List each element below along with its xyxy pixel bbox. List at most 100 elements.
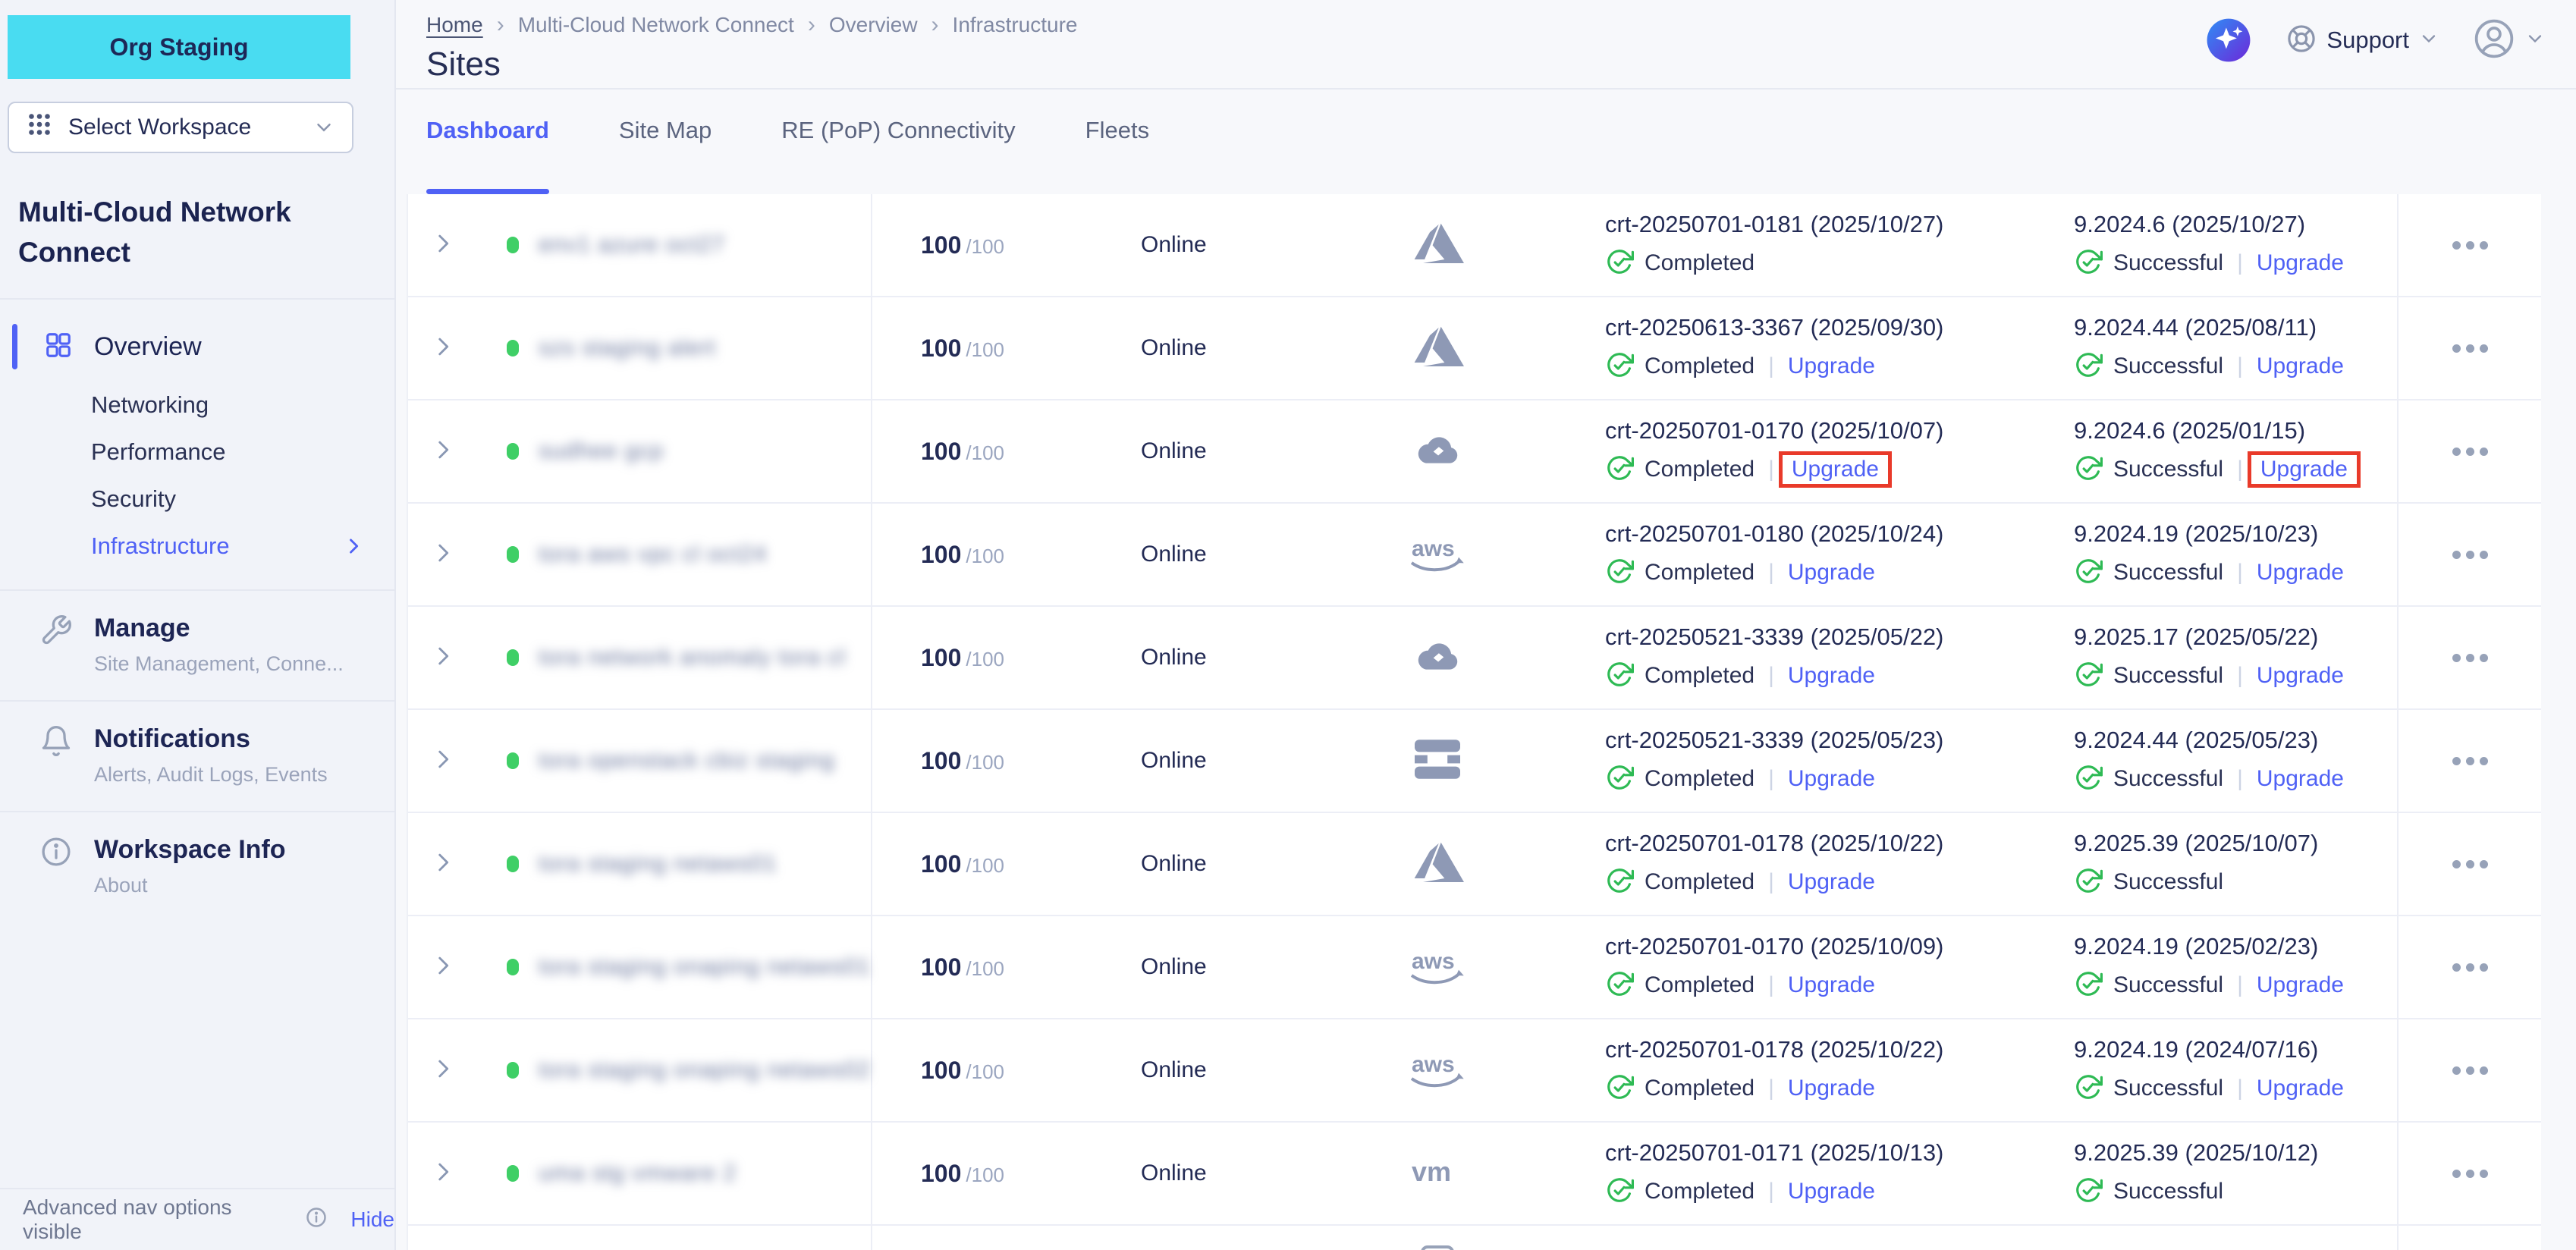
cert-upgrade-link[interactable]: Upgrade (1788, 353, 1875, 379)
cert-upgrade-link[interactable]: Upgrade (1788, 1179, 1875, 1204)
separator: | (2237, 1076, 2243, 1101)
expand-chevron-icon[interactable] (430, 850, 456, 879)
workspace-selector[interactable]: Select Workspace (8, 102, 353, 153)
cert-status: Completed (1645, 766, 1755, 792)
expand-chevron-icon[interactable] (430, 334, 456, 363)
expand-chevron-icon[interactable] (430, 1056, 456, 1085)
row-menu-button[interactable] (2442, 437, 2499, 466)
cert-upgrade-link[interactable]: Upgrade (1788, 766, 1875, 792)
health-score-total: /100 (966, 441, 1004, 465)
expand-chevron-icon[interactable] (430, 643, 456, 673)
site-name[interactable]: tora staging netaws01 (539, 851, 778, 877)
sidebar-section-notifications[interactable]: NotificationsAlerts, Audit Logs, Events (0, 700, 394, 811)
version-upgrade-link[interactable]: Upgrade (2257, 766, 2344, 792)
status-text: Online (1085, 748, 1312, 774)
version-upgrade-link[interactable]: Upgrade (2257, 250, 2344, 276)
tab-dashboard[interactable]: Dashboard (426, 117, 549, 194)
ai-assistant-button[interactable] (2205, 17, 2252, 64)
row-menu-button[interactable] (2442, 953, 2499, 982)
expand-chevron-icon[interactable] (430, 746, 456, 776)
tab-fleets[interactable]: Fleets (1085, 117, 1149, 194)
breadcrumb-item-overview[interactable]: Overview (829, 13, 918, 37)
sidebar-item-networking[interactable]: Networking (0, 382, 394, 429)
expand-chevron-icon[interactable] (430, 1159, 456, 1189)
version-upgrade-link[interactable]: Upgrade (2257, 353, 2344, 379)
org-button[interactable]: Org Staging (8, 15, 350, 79)
tab-re-pop-connectivity[interactable]: RE (PoP) Connectivity (781, 117, 1015, 194)
site-name[interactable]: uma stg vmware 2 (539, 1160, 737, 1186)
expand-chevron-icon[interactable] (430, 231, 456, 260)
health-score: 100 (921, 1057, 961, 1085)
status-text: Online (1085, 645, 1312, 671)
health-score: 100 (921, 438, 961, 466)
sidebar-subnav: NetworkingPerformanceSecurityInfrastruct… (0, 382, 394, 589)
sidebar-section-workspace-info[interactable]: Workspace InfoAbout (0, 811, 394, 922)
site-name[interactable]: tora openstack cbiz staging (539, 748, 835, 774)
row-menu-button[interactable] (2442, 334, 2499, 363)
chevron-right-icon (343, 535, 364, 557)
sidebar-item-security[interactable]: Security (0, 476, 394, 523)
site-name[interactable]: env1 azure oct27 (539, 232, 725, 258)
cert-upgrade-link[interactable]: Upgrade (1788, 869, 1875, 895)
sidebar-item-infrastructure[interactable]: Infrastructure (0, 523, 394, 570)
cert-label: crt-20250613-3367 (2025/09/30) (1605, 314, 1943, 341)
site-name[interactable]: tora aws vpc cl oct24 (539, 542, 767, 567)
version-status: Successful (2113, 1179, 2223, 1204)
health-dot (507, 1165, 519, 1182)
version-label: 9.2025.39 (2025/10/12) (2074, 1139, 2318, 1167)
row-menu-button[interactable] (2442, 1159, 2499, 1189)
account-menu[interactable] (2473, 17, 2546, 64)
health-dot (507, 237, 519, 253)
cert-upgrade-link[interactable]: Upgrade (1788, 972, 1875, 998)
table-row: tora staging onaping netaws01 100 /100 O… (408, 916, 2541, 1019)
site-name[interactable]: tora staging onaping netaws02 (539, 1057, 871, 1083)
row-menu-button[interactable] (2442, 1056, 2499, 1085)
main-content: Home›Multi-Cloud Network Connect›Overvie… (396, 0, 2576, 1250)
breadcrumb-item-infrastructure[interactable]: Infrastructure (953, 13, 1078, 37)
hide-nav-link[interactable]: Hide (350, 1208, 394, 1232)
breadcrumb-item-home[interactable]: Home (426, 13, 483, 37)
cert-upgrade-link[interactable]: Upgrade (1779, 451, 1892, 488)
version-upgrade-link[interactable]: Upgrade (2257, 972, 2344, 998)
row-menu-button[interactable] (2442, 540, 2499, 570)
success-check-icon (1605, 969, 1634, 1002)
version-upgrade-link[interactable]: Upgrade (2248, 451, 2361, 488)
expand-chevron-icon[interactable] (430, 437, 456, 466)
separator: | (2237, 560, 2243, 586)
sidebar-section-manage[interactable]: ManageSite Management, Conne... (0, 589, 394, 700)
version-upgrade-link[interactable]: Upgrade (2257, 663, 2344, 689)
site-name[interactable]: tora network anomaly tora cl (539, 645, 846, 671)
row-menu-button[interactable] (2442, 231, 2499, 260)
expand-chevron-icon[interactable] (430, 953, 456, 982)
row-menu-button[interactable] (2442, 850, 2499, 879)
separator: | (1768, 766, 1774, 792)
health-dot (507, 649, 519, 666)
divider (2397, 1226, 2399, 1250)
success-check-icon (2074, 763, 2103, 796)
tab-site-map[interactable]: Site Map (619, 117, 712, 194)
sidebar-item-performance[interactable]: Performance (0, 429, 394, 476)
site-name[interactable]: tora staging onaping netaws01 (539, 954, 871, 980)
svg-text:aws: aws (1412, 1052, 1455, 1077)
row-menu-button[interactable] (2442, 746, 2499, 776)
cert-upgrade-link[interactable]: Upgrade (1788, 560, 1875, 586)
breadcrumb-item-multi-cloud-network-connect[interactable]: Multi-Cloud Network Connect (518, 13, 794, 37)
expand-chevron-icon[interactable] (430, 540, 456, 570)
site-name[interactable]: sudhee gcp (539, 438, 664, 464)
divider (0, 298, 394, 300)
cert-upgrade-link[interactable]: Upgrade (1788, 1076, 1875, 1101)
version-status: Successful (2113, 457, 2223, 482)
version-status: Successful (2113, 250, 2223, 276)
row-menu-button[interactable] (2442, 643, 2499, 673)
product-title: Multi-Cloud Network Connect (18, 193, 372, 272)
support-menu[interactable]: Support (2285, 23, 2439, 58)
site-name[interactable]: szs staging alert (539, 335, 716, 361)
health-score-total: /100 (966, 235, 1004, 259)
version-upgrade-link[interactable]: Upgrade (2257, 1076, 2344, 1101)
health-dot (507, 752, 519, 769)
aws-icon: aws (1404, 946, 1471, 989)
version-upgrade-link[interactable]: Upgrade (2257, 560, 2344, 586)
table-row: tora openstack cbiz staging 100 /100 Onl… (408, 710, 2541, 813)
sidebar-item-overview[interactable]: Overview (0, 312, 394, 382)
cert-upgrade-link[interactable]: Upgrade (1788, 663, 1875, 689)
